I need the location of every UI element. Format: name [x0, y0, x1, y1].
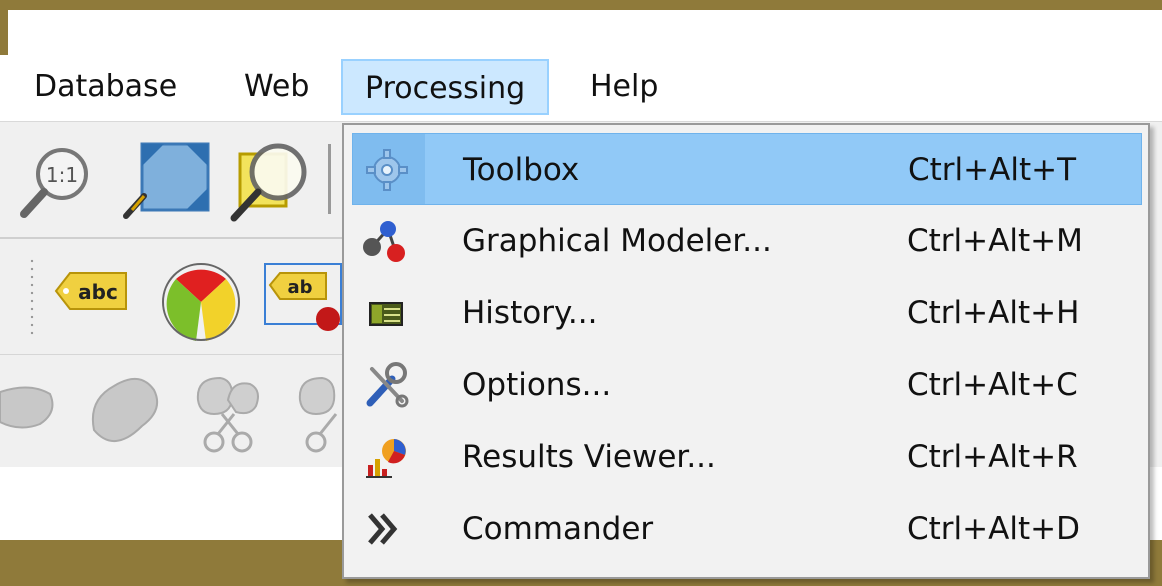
menu-item-shortcut: Ctrl+Alt+H — [907, 295, 1080, 331]
menu-item-results-viewer[interactable]: Results Viewer... Ctrl+Alt+R — [352, 421, 1142, 493]
toolbar-clipped-icon — [328, 144, 343, 214]
menu-processing[interactable]: Processing — [341, 59, 550, 115]
menu-item-label: History... — [462, 295, 598, 331]
label-pin-icon: ab — [268, 272, 340, 331]
label-pin-button[interactable]: ab — [264, 263, 342, 331]
menu-item-shortcut: Ctrl+Alt+M — [907, 223, 1083, 259]
zoom-full-icon[interactable] — [118, 136, 216, 224]
menu-item-history[interactable]: History... Ctrl+Alt+H — [352, 277, 1142, 349]
scissors-icon[interactable] — [190, 370, 270, 458]
window-content-area — [0, 467, 340, 540]
results-icon — [366, 439, 406, 478]
shape-icon[interactable] — [84, 370, 164, 454]
menu-item-shortcut: Ctrl+Alt+T — [908, 152, 1077, 188]
menu-item-shortcut: Ctrl+Alt+R — [907, 439, 1078, 475]
pie-diagram-icon[interactable] — [158, 259, 244, 345]
toolbar-navigation: 1:1 — [0, 122, 360, 238]
shape-icon[interactable] — [0, 372, 60, 442]
menu-item-commander[interactable]: Commander Ctrl+Alt+D — [352, 493, 1142, 565]
tools-icon — [366, 362, 409, 408]
menu-item-toolbox[interactable]: Toolbox Ctrl+Alt+T — [352, 133, 1142, 205]
zoom-layer-icon[interactable] — [224, 136, 314, 226]
toolbar-grip[interactable] — [28, 257, 36, 337]
toolbar-digitizing — [0, 354, 360, 464]
svg-text:1:1: 1:1 — [46, 163, 78, 187]
menu-item-label: Results Viewer... — [462, 439, 716, 475]
double-chevron-icon — [368, 513, 398, 545]
history-icon — [369, 302, 403, 326]
menu-item-label: Options... — [462, 367, 612, 403]
menu-database[interactable]: Database — [12, 59, 199, 115]
menubar: Database Web Processing Help — [0, 55, 1162, 122]
menu-item-label: Commander — [462, 511, 654, 547]
menu-item-shortcut: Ctrl+Alt+C — [907, 367, 1078, 403]
label-abc-icon[interactable]: abc — [54, 269, 130, 313]
menu-help[interactable]: Help — [568, 59, 680, 115]
processing-dropdown-menu: Toolbox Ctrl+Alt+T Graphical Modeler... … — [342, 123, 1150, 579]
menu-item-label: Graphical Modeler... — [462, 223, 772, 259]
model-icon — [363, 221, 405, 262]
toolbar-labels: abc ab — [0, 237, 360, 355]
gear-icon — [366, 149, 408, 191]
svg-text:ab: ab — [287, 277, 312, 298]
zoom-actual-size-icon[interactable]: 1:1 — [14, 144, 98, 220]
menu-web[interactable]: Web — [222, 59, 331, 115]
menu-item-graphical-modeler[interactable]: Graphical Modeler... Ctrl+Alt+M — [352, 205, 1142, 277]
menu-item-shortcut: Ctrl+Alt+D — [907, 511, 1080, 547]
menu-item-options[interactable]: Options... Ctrl+Alt+C — [352, 349, 1142, 421]
menu-item-label: Toolbox — [463, 152, 580, 188]
svg-text:abc: abc — [78, 280, 118, 304]
